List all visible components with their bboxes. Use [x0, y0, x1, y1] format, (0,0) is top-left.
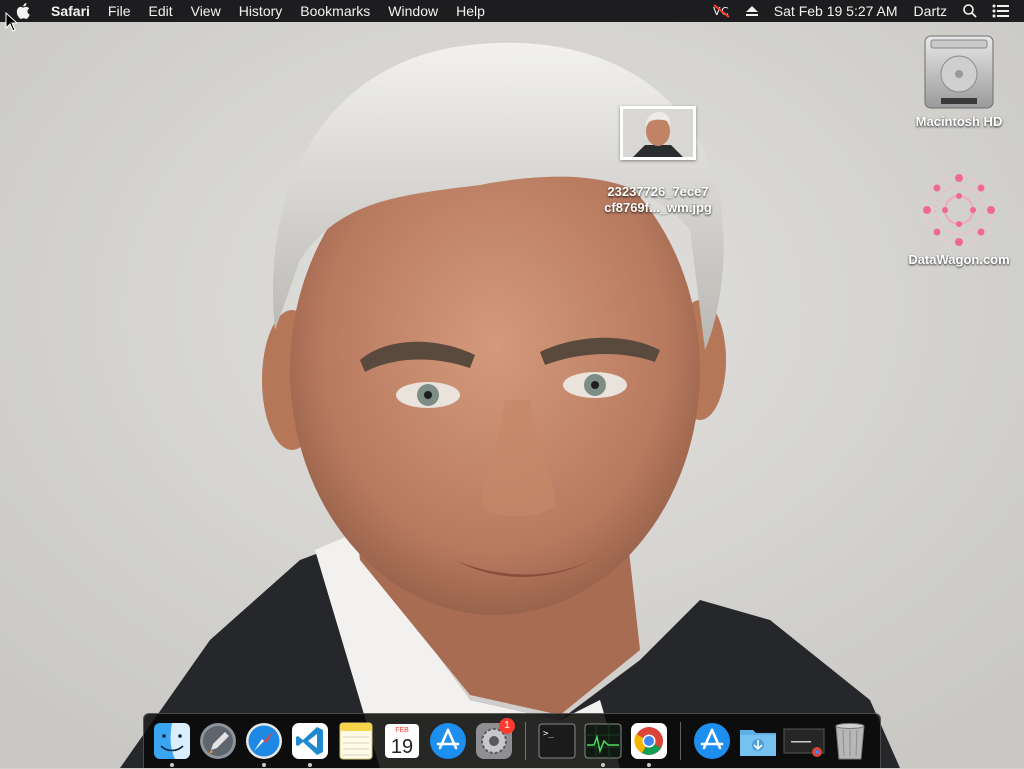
menu-bar: Safari File Edit View History Bookmarks …: [0, 0, 1024, 22]
menu-bar-status-area: V C Sat Feb 19 5:27 AM Dartz: [706, 0, 1024, 22]
app-store-icon: [694, 723, 730, 759]
svg-text:>_: >_: [543, 729, 554, 739]
vnc-icon[interactable]: V C: [706, 0, 738, 22]
notes-icon: [339, 722, 373, 760]
running-indicator: [647, 762, 651, 767]
menu-clock[interactable]: Sat Feb 19 5:27 AM: [766, 0, 906, 22]
dock-trash[interactable]: [827, 714, 873, 769]
menu-window[interactable]: Window: [379, 0, 447, 22]
desktop-icon-label: Macintosh HD: [915, 114, 1003, 129]
chrome-icon: [631, 723, 667, 759]
trash-icon: [835, 723, 865, 760]
running-indicator: [262, 762, 266, 767]
datawagon-logo-icon: [923, 174, 995, 246]
activity-monitor-icon: [584, 723, 622, 759]
dock-vscode[interactable]: [287, 714, 333, 769]
dock-separator: [525, 722, 526, 760]
apple-menu-icon[interactable]: [16, 3, 36, 19]
image-thumbnail: [620, 106, 696, 160]
dock: FEB 19 1 >_: [143, 713, 881, 768]
desktop-icon-macintosh-hd[interactable]: Macintosh HD: [900, 30, 1018, 130]
calendar-month: FEB: [395, 727, 409, 734]
menu-history[interactable]: History: [230, 0, 292, 22]
safari-compass-icon: [246, 723, 282, 759]
chrome-window-thumbnail-icon: [783, 728, 825, 757]
terminal-icon: >_: [538, 723, 576, 759]
mouse-cursor-icon: [5, 12, 17, 32]
search-icon[interactable]: [955, 0, 985, 22]
dock-notes[interactable]: [333, 714, 379, 769]
calendar-day: 19: [391, 736, 413, 758]
menu-bookmarks[interactable]: Bookmarks: [291, 0, 379, 22]
launchpad-icon: [200, 723, 236, 759]
menu-user[interactable]: Dartz: [906, 0, 955, 22]
hard-drive-icon: [924, 35, 994, 109]
dock-calendar[interactable]: FEB 19: [379, 714, 425, 769]
dock-chrome[interactable]: [626, 714, 672, 769]
dock-separator: [680, 722, 681, 760]
dock-finder[interactable]: [149, 714, 195, 769]
dock-app-store[interactable]: [425, 714, 471, 769]
file-name-line1: 23237726_7ece7: [607, 184, 709, 199]
menu-edit[interactable]: Edit: [139, 0, 181, 22]
desktop-icon-label: DataWagon.com: [908, 252, 1010, 267]
dock-downloads-folder[interactable]: [735, 714, 781, 769]
desktop-icon-datawagon[interactable]: DataWagon.com: [900, 168, 1018, 268]
finder-icon: [154, 723, 190, 759]
calendar-icon: FEB 19: [385, 724, 419, 758]
running-indicator: [170, 762, 174, 767]
running-indicator: [308, 762, 312, 767]
running-indicator: [601, 762, 605, 767]
dock-system-preferences[interactable]: 1: [471, 714, 517, 769]
menu-app-name[interactable]: Safari: [42, 0, 99, 22]
menu-view[interactable]: View: [182, 0, 230, 22]
dock-terminal[interactable]: >_: [534, 714, 580, 769]
vscode-icon: [292, 723, 328, 759]
app-store-icon: [430, 723, 466, 759]
downloads-folder-icon: [740, 730, 776, 756]
list-icon[interactable]: [985, 0, 1024, 22]
dock-launchpad[interactable]: [195, 714, 241, 769]
dock-chrome-window[interactable]: [781, 714, 827, 769]
dock-app-store-folder[interactable]: [689, 714, 735, 769]
notification-badge: 1: [499, 717, 515, 734]
file-name-line2: cf8769f..._wm.jpg: [604, 200, 712, 215]
menu-help[interactable]: Help: [447, 0, 494, 22]
desktop-wallpaper: [0, 0, 1024, 768]
dock-activity-monitor[interactable]: [580, 714, 626, 769]
desktop-file-jpg[interactable]: 23237726_7ece7 cf8769f..._wm.jpg: [592, 106, 724, 216]
eject-icon[interactable]: [738, 0, 766, 22]
menu-file[interactable]: File: [99, 0, 140, 22]
dock-safari[interactable]: [241, 714, 287, 769]
